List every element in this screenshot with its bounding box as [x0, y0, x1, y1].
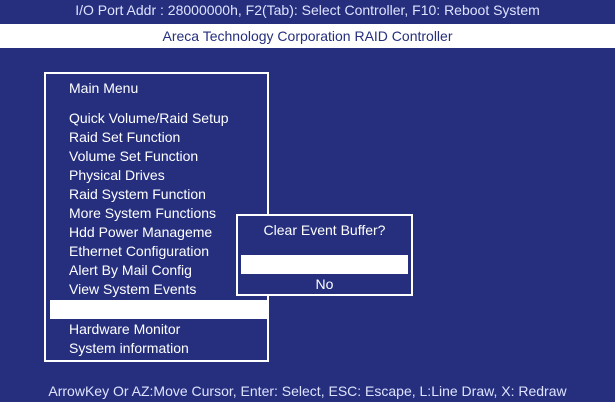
selected-menu-highlight — [50, 300, 268, 319]
title-bar: Areca Technology Corporation RAID Contro… — [0, 24, 615, 48]
menu-item-alert-by-mail-config[interactable]: Alert By Mail Config — [69, 261, 192, 280]
clear-event-buffer-dialog: Clear Event Buffer? No — [236, 214, 413, 296]
dialog-option-no[interactable]: No — [241, 275, 408, 294]
menu-item-more-system-functions[interactable]: More System Functions — [69, 204, 216, 223]
menu-item-system-information[interactable]: System information — [69, 339, 189, 358]
menu-item-raid-set-function[interactable]: Raid Set Function — [69, 128, 180, 147]
menu-item-volume-set-function[interactable]: Volume Set Function — [69, 147, 198, 166]
menu-item-view-system-events[interactable]: View System Events — [69, 280, 196, 299]
menu-item-hardware-monitor[interactable]: Hardware Monitor — [69, 320, 180, 339]
dialog-option-selected[interactable] — [241, 255, 408, 274]
top-info-bar: I/O Port Addr : 28000000h, F2(Tab): Sele… — [0, 0, 615, 24]
menu-item-raid-system-function[interactable]: Raid System Function — [69, 185, 206, 204]
status-bar: ArrowKey Or AZ:Move Cursor, Enter: Selec… — [48, 383, 567, 399]
menu-title: Main Menu — [69, 80, 139, 96]
menu-item-ethernet-configuration[interactable]: Ethernet Configuration — [69, 242, 209, 261]
top-info-text: I/O Port Addr : 28000000h, F2(Tab): Sele… — [75, 2, 540, 18]
menu-item-quick-volume-raid-setup[interactable]: Quick Volume/Raid Setup — [69, 109, 229, 128]
menu-item-hdd-power-management[interactable]: Hdd Power Manageme — [69, 223, 212, 242]
dialog-title: Clear Event Buffer? — [263, 222, 386, 238]
menu-item-physical-drives[interactable]: Physical Drives — [69, 166, 165, 185]
